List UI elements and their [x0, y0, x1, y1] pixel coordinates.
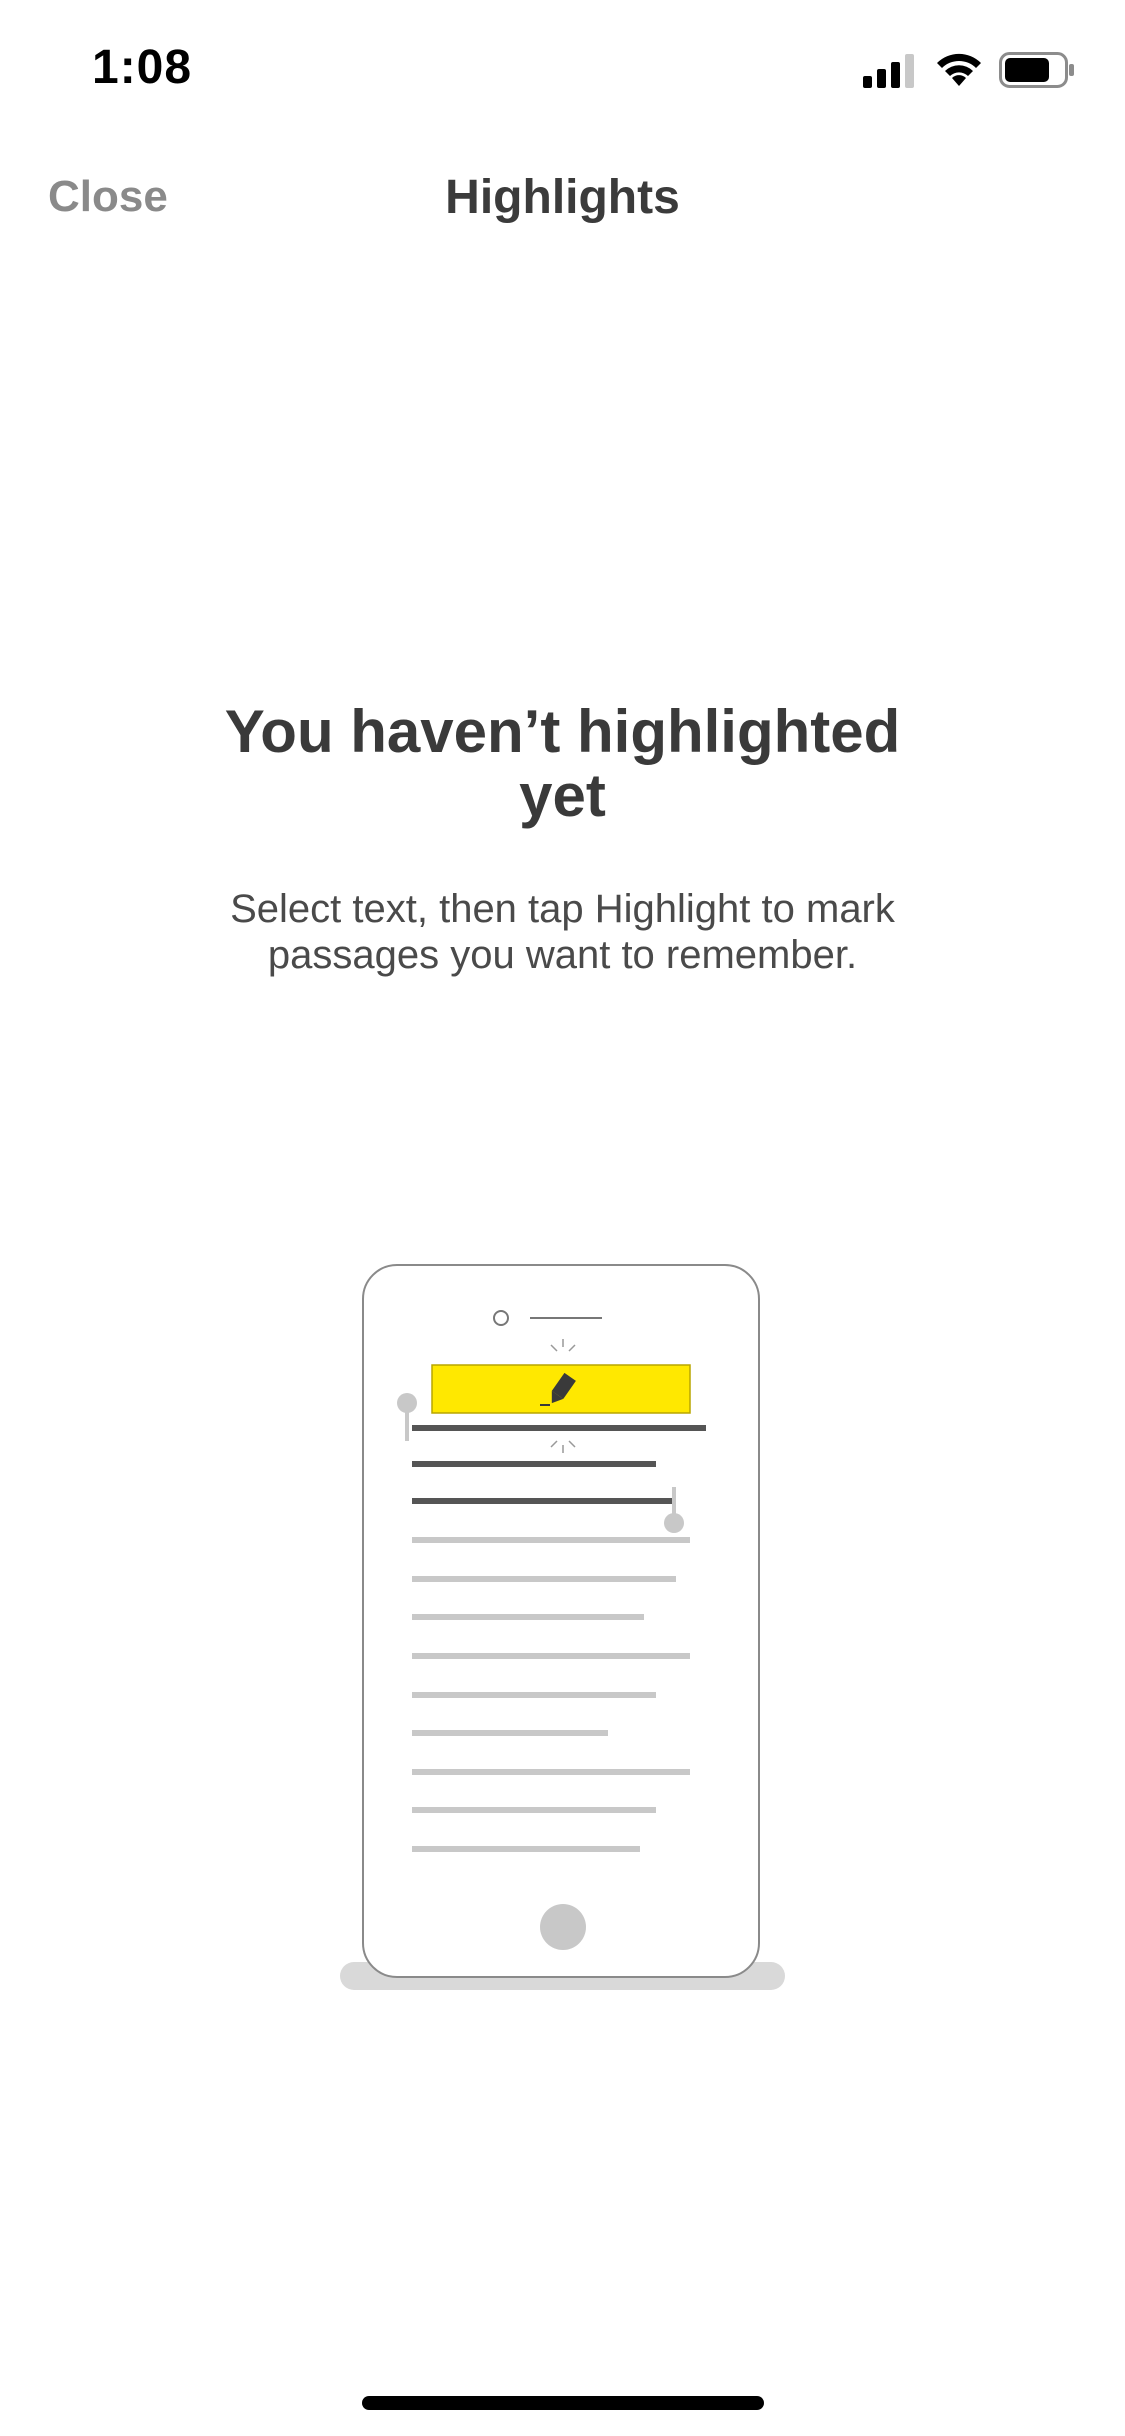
- status-icons: [863, 48, 1083, 92]
- highlights-screen: 1:08 Close Highlights You haven’t highli…: [0, 0, 1125, 2436]
- nav-bar: Close Highlights: [0, 150, 1125, 250]
- wifi-icon: [937, 53, 981, 86]
- battery-icon: [999, 52, 1074, 88]
- empty-state: You haven’t highlighted yet Select text,…: [0, 700, 1125, 978]
- phone-illustration: [330, 1255, 795, 1995]
- empty-state-heading: You haven’t highlighted yet: [224, 698, 901, 829]
- empty-state-body: Select text, then tap Highlight to mark …: [230, 887, 895, 977]
- status-time: 1:08: [92, 41, 193, 94]
- status-bar: 1:08: [0, 0, 1125, 140]
- page-title: Highlights: [445, 171, 680, 224]
- cellular-signal-icon: [863, 54, 914, 88]
- home-indicator[interactable]: [362, 2396, 764, 2410]
